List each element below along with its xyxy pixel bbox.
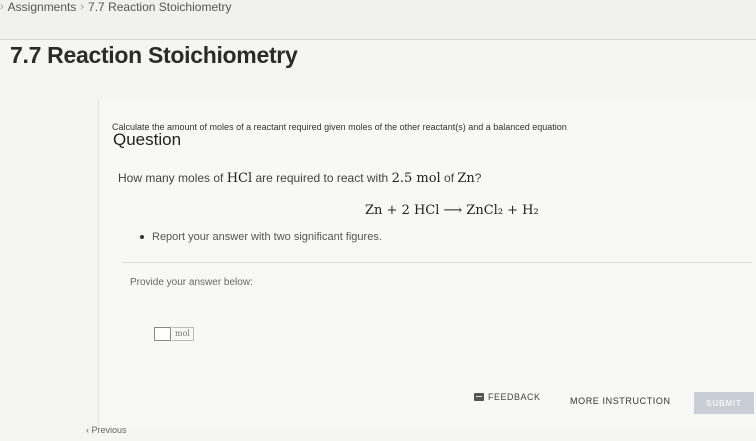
feedback-icon xyxy=(474,393,484,401)
previous-link[interactable]: ‹ Previous xyxy=(86,425,127,435)
bullet-text: Report your answer with two significant … xyxy=(152,231,382,243)
feedback-button[interactable]: FEEDBACK xyxy=(474,392,541,402)
question-card xyxy=(98,100,756,430)
action-bar: FEEDBACK MORE INSTRUCTION SUBMIT xyxy=(470,388,756,416)
question-amount: 2.5 mol xyxy=(391,171,441,186)
answer-input[interactable] xyxy=(154,327,171,341)
breadcrumb: › Assignments › 7.7 Reaction Stoichiomet… xyxy=(0,0,231,14)
chevron-right-icon: › xyxy=(80,1,85,13)
more-instruction-button[interactable]: MORE INSTRUCTION xyxy=(570,396,671,406)
answer-prompt: Provide your answer below: xyxy=(130,277,253,288)
page-title: 7.7 Reaction Stoichiometry xyxy=(10,42,298,68)
breadcrumb-assignments[interactable]: Assignments xyxy=(8,0,77,14)
question-zn: Zn xyxy=(457,171,475,186)
chevron-right-icon: › xyxy=(0,1,4,13)
breadcrumb-current: 7.7 Reaction Stoichiometry xyxy=(88,0,232,14)
answer-unit: mol xyxy=(172,327,194,341)
question-text: How many moles of HCl are required to re… xyxy=(118,171,481,186)
question-text-end: ? xyxy=(474,171,482,185)
question-text-prefix: How many moles of xyxy=(118,171,227,185)
submit-button[interactable]: SUBMIT xyxy=(694,392,754,414)
question-text-mid: are required to react with xyxy=(252,171,392,185)
answer-row: mol xyxy=(154,327,194,341)
instruction-bullet: Report your answer with two significant … xyxy=(140,231,382,243)
balanced-equation: Zn + 2 HCl ⟶ ZnCl₂ + H₂ xyxy=(365,203,539,218)
question-heading: Question xyxy=(113,130,182,149)
feedback-label: FEEDBACK xyxy=(488,392,541,402)
bullet-icon xyxy=(140,235,144,240)
divider xyxy=(122,262,752,263)
question-hcl: HCl xyxy=(226,171,253,186)
question-text-of: of xyxy=(440,171,458,185)
